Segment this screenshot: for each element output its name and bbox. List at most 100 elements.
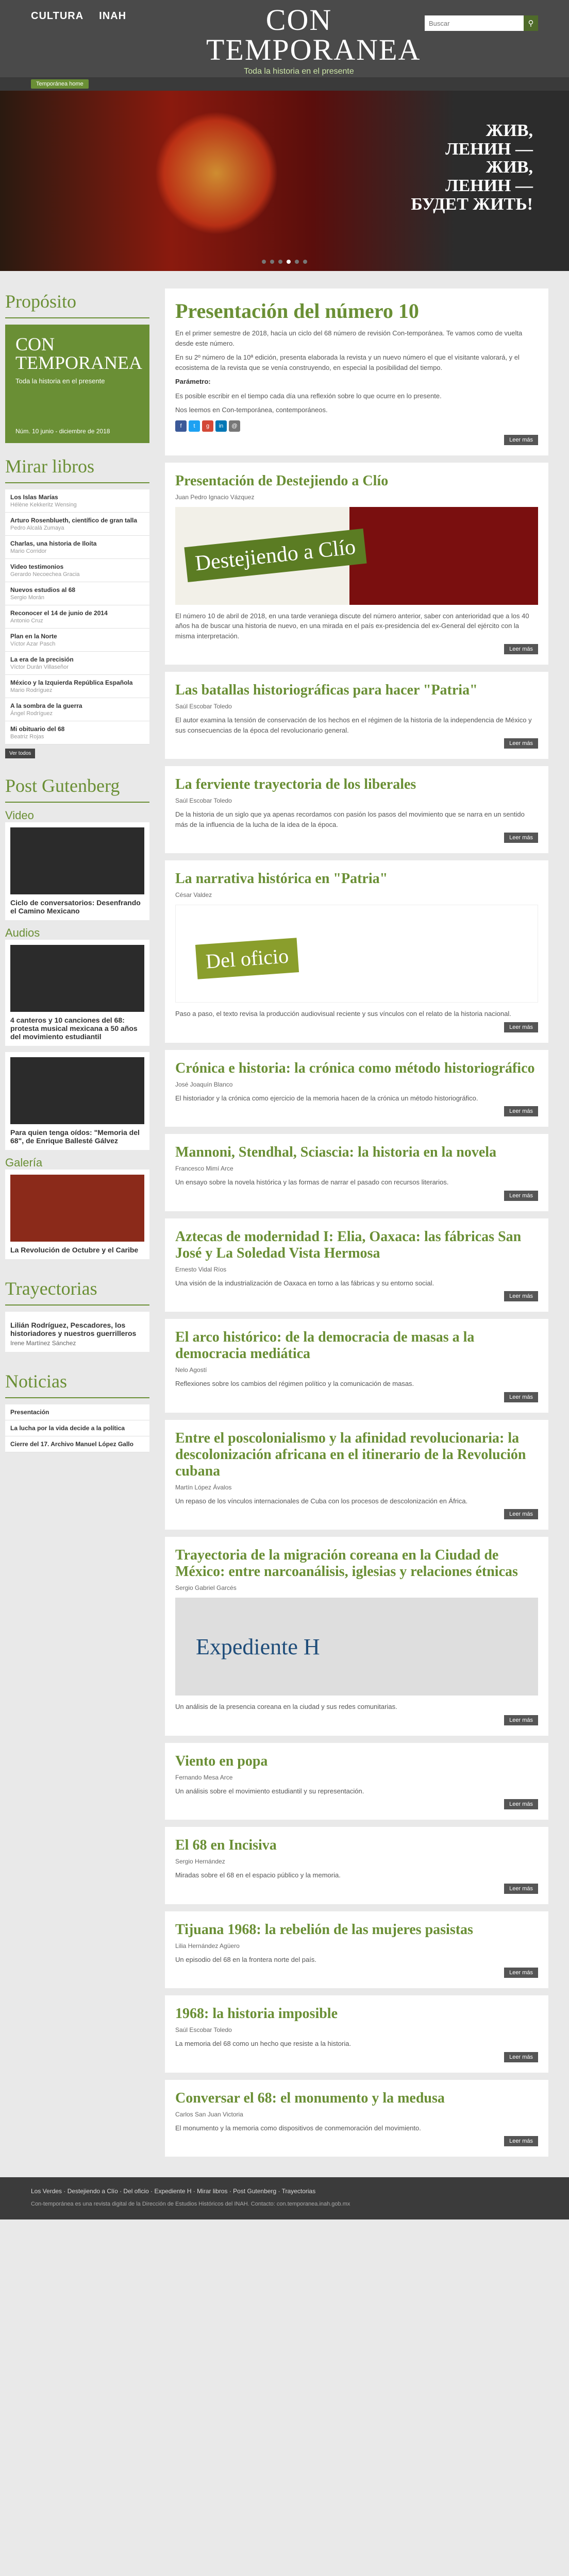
article-title[interactable]: La ferviente trayectoria de los liberale… bbox=[175, 776, 538, 793]
content-wrap: Propósito CON TEMPORANEA Toda la histori… bbox=[0, 278, 569, 2177]
book-item[interactable]: Plan en la Norte Víctor Azar Pasch bbox=[5, 629, 149, 652]
section-banner[interactable]: Del oficio bbox=[175, 905, 538, 1003]
read-more-button[interactable]: Leer más bbox=[504, 1106, 538, 1116]
search-button[interactable]: ⚲ bbox=[524, 15, 538, 31]
inah-logo[interactable]: INAH bbox=[99, 10, 126, 22]
article-excerpt: Una visión de la industrialización de Oa… bbox=[175, 1279, 434, 1287]
article-title[interactable]: Conversar el 68: el monumento y la medus… bbox=[175, 2090, 538, 2107]
article-title[interactable]: El arco histórico: de la democracia de m… bbox=[175, 1329, 538, 1362]
book-item[interactable]: Reconocer el 14 de junio de 2014 Antonio … bbox=[5, 605, 149, 629]
book-item[interactable]: Arturo Rosenblueth, científico de gran t… bbox=[5, 513, 149, 536]
article-title[interactable]: Tijuana 1968: la rebelión de las mujeres… bbox=[175, 1922, 538, 1938]
slider-dot[interactable] bbox=[295, 260, 299, 264]
article-card: El 68 en Incisiva Sergio Hernández Mirad… bbox=[165, 1827, 548, 1904]
cultura-logo[interactable]: CULTURA bbox=[31, 10, 83, 22]
see-all-books-button[interactable]: Ver todos bbox=[5, 749, 36, 758]
gallery-card[interactable]: La Revolución de Octubre y el Caribe bbox=[5, 1170, 149, 1259]
intro-section: Presentación del número 10 En el primer … bbox=[165, 289, 548, 455]
linkedin-icon[interactable]: in bbox=[215, 420, 227, 432]
slider-dot[interactable] bbox=[303, 260, 307, 264]
article-title[interactable]: La narrativa histórica en "Patria" bbox=[175, 871, 538, 887]
article-title[interactable]: Entre el poscolonialismo y la afinidad r… bbox=[175, 1430, 538, 1480]
audio-card[interactable]: 4 canteros y 10 canciones del 68: protes… bbox=[5, 940, 149, 1046]
read-more-button[interactable]: Leer más bbox=[504, 434, 538, 445]
book-list: Los Islas Marías Hélène Kekkeritz Wensing… bbox=[5, 489, 149, 744]
article-author: Sergio Gabriel Garcés bbox=[175, 1584, 237, 1591]
article-excerpt: De la historia de un siglo que ya apenas… bbox=[175, 810, 525, 828]
article-title[interactable]: Presentación de Destejiendo a Clío bbox=[175, 473, 538, 489]
news-item[interactable]: La lucha por la vida decide a la polític… bbox=[5, 1420, 149, 1436]
footer-links[interactable]: Los Verdes · Destejiendo a Clío · Del of… bbox=[31, 2188, 538, 2195]
read-more-button[interactable]: Leer más bbox=[504, 2136, 538, 2146]
article-excerpt: La memoria del 68 como un hecho que resi… bbox=[175, 2040, 352, 2047]
slider-dot[interactable] bbox=[270, 260, 274, 264]
facebook-icon[interactable]: f bbox=[175, 420, 187, 432]
slider-dot[interactable] bbox=[262, 260, 266, 264]
home-pill[interactable]: Temporánea home bbox=[31, 79, 89, 89]
read-more-button[interactable]: Leer más bbox=[504, 1883, 538, 1894]
read-more-button[interactable]: Leer más bbox=[504, 2052, 538, 2062]
read-more-button[interactable]: Leer más bbox=[504, 1968, 538, 1978]
issue-cover[interactable]: CON TEMPORANEA Toda la historia en el pr… bbox=[5, 325, 149, 443]
read-more-button[interactable]: Leer más bbox=[504, 1715, 538, 1725]
slider-dot[interactable] bbox=[287, 260, 291, 264]
read-more-button[interactable]: Leer más bbox=[504, 644, 538, 654]
article-title[interactable]: Viento en popa bbox=[175, 1753, 538, 1770]
article-title[interactable]: El 68 en Incisiva bbox=[175, 1837, 538, 1854]
book-item[interactable]: Video testimonios Gerardo Necoechea Graci… bbox=[5, 559, 149, 582]
intro-title: Presentación del número 10 bbox=[175, 299, 419, 323]
googleplus-icon[interactable]: g bbox=[202, 420, 213, 432]
article-excerpt: Un ensayo sobre la novela histórica y la… bbox=[175, 1178, 449, 1186]
banner-label: Destejiendo a Clío bbox=[184, 528, 367, 582]
read-more-button[interactable]: Leer más bbox=[504, 1392, 538, 1402]
article-title[interactable]: Mannoni, Stendhal, Sciascia: la historia… bbox=[175, 1144, 538, 1161]
book-item[interactable]: Los Islas Marías Hélène Kekkeritz Wensing bbox=[5, 489, 149, 513]
twitter-icon[interactable]: t bbox=[189, 420, 200, 432]
article-card: Presentación de Destejiendo a Clío Juan … bbox=[165, 462, 548, 665]
read-more-button[interactable]: Leer más bbox=[504, 1190, 538, 1201]
article-excerpt: El monumento y la memoria como dispositi… bbox=[175, 2124, 421, 2132]
read-more-button[interactable]: Leer más bbox=[504, 833, 538, 843]
article-author: Saúl Escobar Toledo bbox=[175, 2026, 232, 2033]
cover-sub: Toda la historia en el presente bbox=[15, 377, 105, 385]
article-title[interactable]: 1968: la historia imposible bbox=[175, 2006, 538, 2022]
article-author: Saúl Escobar Toledo bbox=[175, 797, 232, 804]
book-item[interactable]: La era de la precisión Víctor Durán Villa… bbox=[5, 652, 149, 675]
book-item[interactable]: A la sombra de la guerra Ángel Rodríguez bbox=[5, 698, 149, 721]
article-card: Aztecas de modernidad I: Elia, Oaxaca: l… bbox=[165, 1218, 548, 1312]
article-excerpt: El autor examina la tensión de conservac… bbox=[175, 716, 532, 734]
read-more-button[interactable]: Leer más bbox=[504, 1509, 538, 1519]
article-card: Trayectoria de la migración coreana en l… bbox=[165, 1537, 548, 1736]
book-item[interactable]: México y la Izquierda República Española… bbox=[5, 675, 149, 698]
article-author: Carlos San Juan Victoria bbox=[175, 2110, 243, 2118]
video-thumbnail bbox=[10, 827, 144, 894]
article-title[interactable]: Crónica e historia: la crónica como méto… bbox=[175, 1060, 538, 1077]
slider-dot[interactable] bbox=[278, 260, 282, 264]
read-more-button[interactable]: Leer más bbox=[504, 1291, 538, 1301]
read-more-button[interactable]: Leer más bbox=[504, 1799, 538, 1809]
mirar-libros-heading: Mirar libros bbox=[5, 443, 149, 483]
banner-label: Del oficio bbox=[195, 938, 299, 979]
book-item[interactable]: Charlas, una historia de Iloíta Mario Cor… bbox=[5, 536, 149, 559]
audio-card[interactable]: Para quien tenga oídos: "Memoria del 68"… bbox=[5, 1052, 149, 1150]
article-title[interactable]: Aztecas de modernidad I: Elia, Oaxaca: l… bbox=[175, 1229, 538, 1262]
news-item[interactable]: Cierre del 17. Archivo Manuel López Gall… bbox=[5, 1436, 149, 1452]
video-card[interactable]: Ciclo de conversatorios: Desenfrando el … bbox=[5, 822, 149, 920]
section-banner[interactable]: Expediente H bbox=[175, 1598, 538, 1696]
news-item[interactable]: Presentación bbox=[5, 1404, 149, 1420]
email-icon[interactable]: @ bbox=[229, 420, 240, 432]
article-card: 1968: la historia imposible Saúl Escobar… bbox=[165, 1995, 548, 2073]
read-more-button[interactable]: Leer más bbox=[504, 738, 538, 749]
read-more-button[interactable]: Leer más bbox=[504, 1022, 538, 1032]
site-brand[interactable]: CON TEMPORANEA Toda la historia en el pr… bbox=[206, 5, 420, 76]
article-title[interactable]: Las batallas historiográficas para hacer… bbox=[175, 682, 538, 699]
search-input[interactable] bbox=[425, 15, 524, 31]
intro-bold: Parámetro: bbox=[175, 378, 211, 385]
article-author: Nelo Agostí bbox=[175, 1366, 207, 1374]
article-title[interactable]: Trayectoria de la migración coreana en l… bbox=[175, 1547, 538, 1580]
hero-slider[interactable]: ЖИВ, ЛЕНИН — ЖИВ, ЛЕНИН — БУДЕТ ЖИТЬ! bbox=[0, 91, 569, 271]
section-banner[interactable]: Destejiendo a Clío bbox=[175, 506, 538, 605]
book-item[interactable]: Nuevos estudios al 68 Sergio Morán bbox=[5, 582, 149, 605]
trayectoria-card[interactable]: Lilián Rodríguez, Pescadores, los histor… bbox=[5, 1312, 149, 1352]
book-item[interactable]: Mi obituario del 68 Beatriz Rojas bbox=[5, 721, 149, 744]
